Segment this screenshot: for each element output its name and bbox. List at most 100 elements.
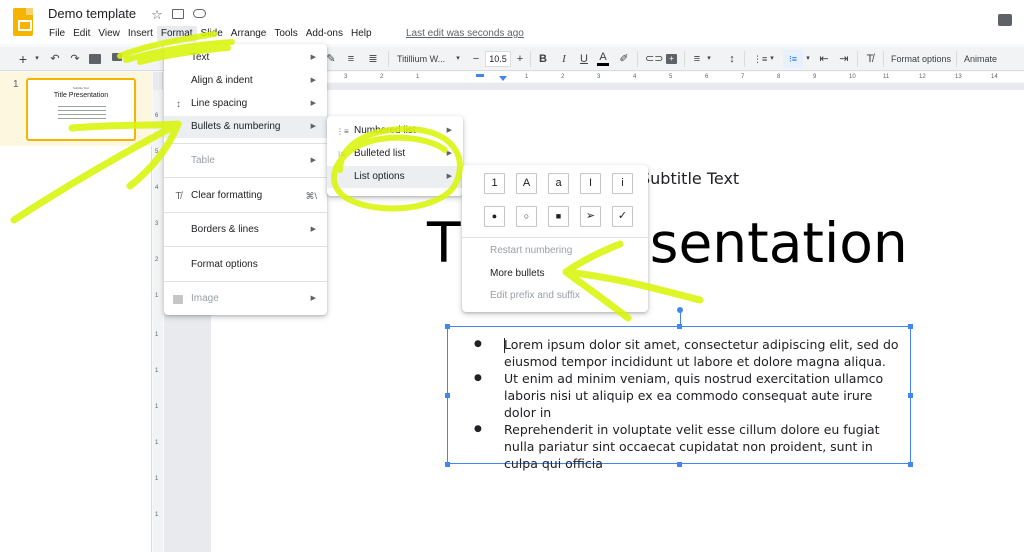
menu-item-more-bullets[interactable]: More bullets <box>462 263 648 285</box>
resize-handle-w[interactable] <box>445 393 450 398</box>
menu-tools[interactable]: Tools <box>270 26 301 42</box>
format-options-button[interactable]: Format options <box>891 51 951 67</box>
menu-slide[interactable]: Slide <box>197 26 227 42</box>
font-size-input[interactable]: 10.5 <box>485 51 511 67</box>
clear-formatting-icon[interactable]: T̸ <box>864 51 876 67</box>
submenu-arrow-icon: ▶ <box>446 150 452 157</box>
bullet-item[interactable]: Lorem ipsum dolor sit amet, consectetur … <box>470 336 906 370</box>
body-bullet-list[interactable]: Lorem ipsum dolor sit amet, consectetur … <box>470 336 906 472</box>
resize-handle-sw[interactable] <box>445 462 450 467</box>
menu-divider <box>164 281 327 282</box>
align-icon[interactable]: ≡ <box>691 51 703 67</box>
highlight-color-icon[interactable]: ✐ <box>618 51 630 67</box>
menu-addons[interactable]: Add-ons <box>302 26 347 42</box>
add-icon[interactable]: + <box>17 51 29 67</box>
menu-item-restart-numbering[interactable]: Restart numbering <box>462 240 648 262</box>
bullet-glyph-hollow-circle[interactable]: ○ <box>516 206 537 227</box>
bulleted-list-icon[interactable]: ⁝≡ <box>786 51 800 67</box>
menu-arrange[interactable]: Arrange <box>227 26 271 42</box>
comments-icon[interactable] <box>998 14 1012 26</box>
bold-button[interactable]: B <box>537 51 549 67</box>
resize-handle-nw[interactable] <box>445 324 450 329</box>
font-family-chevron-icon[interactable]: ▾ <box>454 51 462 67</box>
comment-add-icon[interactable]: + <box>666 54 677 64</box>
line-start-icon[interactable]: ≣ <box>367 51 379 67</box>
numbering-glyph-A[interactable]: A <box>516 173 537 194</box>
text-color-button[interactable]: A <box>597 51 609 66</box>
bullet-glyph-arrow[interactable]: ➢ <box>580 206 601 227</box>
rotate-handle[interactable] <box>677 307 683 313</box>
menu-item-bullets-numbering[interactable]: Bullets & numbering ▶ <box>164 116 327 138</box>
undo-icon[interactable]: ↶ <box>49 51 61 67</box>
menu-item-edit-prefix-suffix[interactable]: Edit prefix and suffix <box>462 285 648 307</box>
thumb-subtitle: Subtitle Text <box>72 86 90 90</box>
bullet-item[interactable]: Ut enim ad minim veniam, quis nostrud ex… <box>470 370 906 421</box>
menu-item-align-indent[interactable]: Align & indent ▶ <box>164 70 327 92</box>
menu-item-numbered-list[interactable]: ⋮≡ Numbered list ▶ <box>327 120 463 142</box>
app-logo-icon[interactable] <box>13 8 33 36</box>
font-family-select[interactable]: Titillium W... <box>397 51 453 67</box>
menu-item-format-options[interactable]: Format options <box>164 254 327 276</box>
line-weight-icon[interactable]: ✎ <box>326 51 336 67</box>
menu-item-line-spacing[interactable]: ↕ Line spacing ▶ <box>164 93 327 115</box>
menu-format[interactable]: Format <box>156 26 197 42</box>
menu-view[interactable]: View <box>94 26 124 42</box>
menu-item-image[interactable]: Image ▶ <box>164 288 327 310</box>
line-spacing-icon[interactable]: ↕ <box>726 51 738 67</box>
resize-handle-n[interactable] <box>677 324 682 329</box>
last-edit-link[interactable]: Last edit was seconds ago <box>406 27 524 41</box>
menu-item-bulleted-list[interactable]: ⁝≡ Bulleted list ▶ <box>327 143 463 165</box>
link-icon[interactable]: ⊂⊃ <box>645 51 663 67</box>
menu-insert[interactable]: Insert <box>124 26 157 42</box>
menu-item-borders-lines[interactable]: Borders & lines ▶ <box>164 219 327 241</box>
menu-item-list-options[interactable]: List options ▶ <box>327 166 463 188</box>
bullet-glyph-square[interactable]: ■ <box>548 206 569 227</box>
numbering-glyph-I[interactable]: I <box>580 173 601 194</box>
increase-font-size-icon[interactable]: + <box>515 51 525 67</box>
hruler-num: 13 <box>955 74 962 80</box>
underline-button[interactable]: U <box>578 51 590 67</box>
menu-item-label: Text <box>191 52 210 63</box>
numbered-list-chevron-icon[interactable]: ▾ <box>768 51 776 67</box>
numbering-glyph-1[interactable]: 1 <box>484 173 505 194</box>
animate-button[interactable]: Animate <box>964 51 997 67</box>
italic-button[interactable]: I <box>558 51 570 67</box>
numbering-glyph-i[interactable]: i <box>612 173 633 194</box>
folder-icon[interactable] <box>172 9 184 19</box>
bulleted-list-chevron-icon[interactable]: ▾ <box>804 51 812 67</box>
menu-item-clear-formatting[interactable]: T̸ Clear formatting ⌘\ <box>164 185 327 207</box>
menu-item-table[interactable]: Table ▶ <box>164 150 327 172</box>
increase-indent-icon[interactable]: ⇥ <box>838 51 850 67</box>
document-title[interactable]: Demo template <box>48 5 136 23</box>
resize-handle-se[interactable] <box>908 462 913 467</box>
redo-icon[interactable]: ↷ <box>69 51 81 67</box>
first-line-indent-marker[interactable] <box>499 76 507 81</box>
menu-file[interactable]: File <box>45 26 69 42</box>
decrease-indent-icon[interactable]: ⇤ <box>818 51 830 67</box>
align-chevron-icon[interactable]: ▾ <box>705 51 713 67</box>
hruler-num: 3 <box>597 74 601 80</box>
bullet-glyph-check[interactable]: ✓ <box>612 206 633 227</box>
resize-handle-e[interactable] <box>908 393 913 398</box>
slide-subtitle[interactable]: Subtitle Text <box>640 169 739 189</box>
menu-item-text[interactable]: Text ▶ <box>164 47 327 69</box>
decrease-font-size-icon[interactable]: − <box>471 51 481 67</box>
indent-marker[interactable] <box>476 74 484 77</box>
slide-number: 1 <box>13 79 19 90</box>
bullet-item[interactable]: Reprehenderit in voluptate velit esse ci… <box>470 421 906 472</box>
paint-format-icon[interactable] <box>112 53 122 61</box>
bullet-glyph-filled-circle[interactable]: ● <box>484 206 505 227</box>
print-icon[interactable] <box>89 54 101 64</box>
resize-handle-ne[interactable] <box>908 324 913 329</box>
numbering-glyph-a[interactable]: a <box>548 173 569 194</box>
star-icon[interactable]: ☆ <box>150 8 164 22</box>
menu-edit[interactable]: Edit <box>69 26 94 42</box>
line-dash-icon[interactable]: ≡ <box>345 51 357 67</box>
cloud-icon <box>193 9 206 18</box>
numbered-list-icon[interactable]: ⋮≡ <box>753 51 767 67</box>
menu-item-label: Borders & lines <box>191 224 259 235</box>
menu-item-label: Format options <box>191 259 258 270</box>
hruler-num: 2 <box>561 74 565 80</box>
chevron-down-icon[interactable]: ▾ <box>33 51 41 67</box>
menu-help[interactable]: Help <box>347 26 376 42</box>
